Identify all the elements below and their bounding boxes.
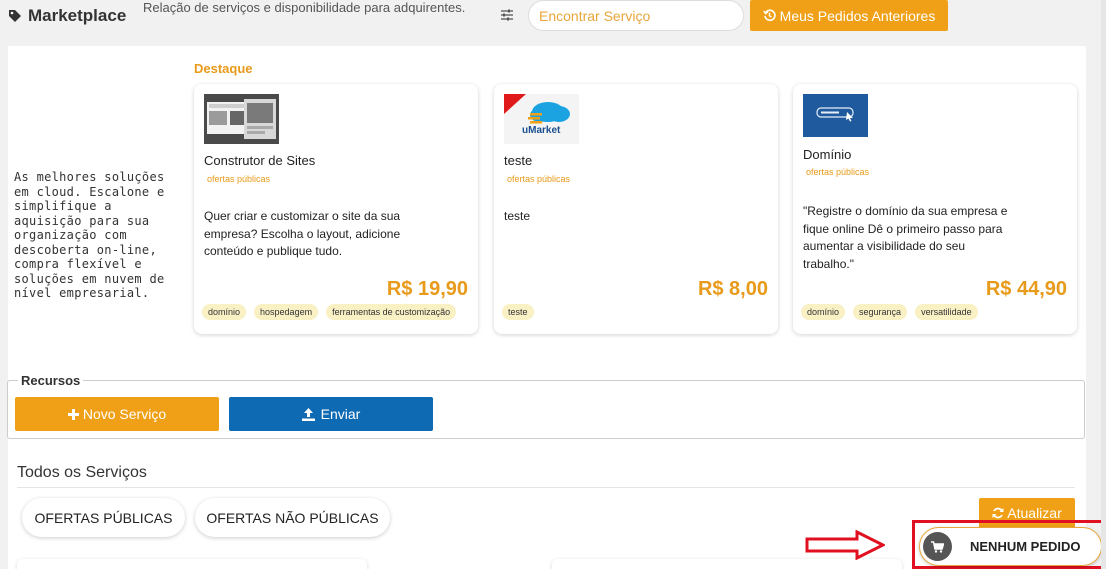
chip: domínio [801,304,846,320]
intro-text: As melhores soluções em cloud. Escalone … [14,170,165,300]
previous-orders-button[interactable]: Meus Pedidos Anteriores [750,0,948,31]
umarket-cloud-logo: uMarket [504,94,579,144]
red-arrow-annotation [805,530,885,560]
service-card[interactable] [17,559,367,569]
top-bar: Marketplace Relação de serviços e dispon… [0,0,1106,36]
featured-heading: Destaque [194,61,253,76]
chip: ferramentas de customização [326,304,457,320]
upload-icon [301,407,315,421]
chip: hospedagem [254,304,319,320]
card-price: R$ 19,90 [386,278,468,300]
cart-icon [931,540,944,553]
chip: teste [502,304,534,320]
tab-private-offers[interactable]: OFERTAS NÃO PÚBLICAS [195,498,390,537]
section-divider [17,487,1075,488]
sliders-icon[interactable] [500,8,514,22]
card-description: teste [504,209,531,223]
send-button[interactable]: Enviar [229,397,433,431]
card-tag: ofertas públicas [207,174,271,184]
tab-public-offers[interactable]: OFERTAS PÚBLICAS [22,498,185,537]
search-input[interactable] [529,1,743,30]
card-tag: ofertas públicas [806,167,870,177]
previous-orders-label: Meus Pedidos Anteriores [779,7,936,24]
send-label: Enviar [320,406,361,422]
card-chips: domínio hospedagem ferramentas de custom… [202,304,457,320]
chip: versatilidade [915,304,978,320]
new-service-label: Novo Serviço [82,406,167,422]
chip: segurança [853,304,908,320]
umarket-logo-text: uMarket [522,125,561,136]
cart-button[interactable]: NENHUM PEDIDO [919,527,1102,566]
card-title: Domínio [803,147,852,162]
chip: domínio [202,304,247,320]
website-builder-thumbnail [204,94,279,144]
resources-legend: Recursos [18,373,84,388]
card-title: Construtor de Sites [204,153,316,168]
featured-card-domain[interactable]: Domínio ofertas públicas "Registre o dom… [793,84,1077,334]
scrollbar[interactable] [1101,0,1106,569]
page-title: Marketplace [28,6,127,25]
card-title: teste [504,153,533,168]
all-services-title: Todos os Serviços [17,464,147,481]
plus-icon [67,408,79,420]
cart-circle [923,532,952,561]
history-icon [762,9,776,22]
cart-status-label: NENHUM PEDIDO [970,539,1081,554]
refresh-label: Atualizar [1007,505,1062,521]
featured-card-teste[interactable]: uMarket teste ofertas públicas teste R$ … [494,84,778,334]
service-card[interactable] [552,559,902,569]
search-box [528,0,744,31]
card-tag: ofertas públicas [507,174,571,184]
refresh-icon [992,507,1004,519]
featured-card-site-builder[interactable]: Construtor de Sites ofertas públicas Que… [194,84,478,334]
card-description: Quer criar e customizar o site da sua em… [204,209,401,258]
card-description: "Registre o domínio da sua empresa e fiq… [803,204,1008,271]
card-chips: domínio segurança versatilidade [801,304,978,320]
card-price: R$ 8,00 [697,278,768,300]
new-service-button[interactable]: Novo Serviço [15,397,219,431]
brand: Marketplace [8,6,126,26]
resources-group: Recursos Novo Serviço Enviar [7,373,1085,439]
tag-icon [9,10,21,22]
card-chips: teste [502,304,534,320]
domain-thumbnail [803,94,878,144]
page-subtitle: Relação de serviços e disponibilidade pa… [143,0,466,15]
card-price: R$ 44,90 [985,278,1067,300]
